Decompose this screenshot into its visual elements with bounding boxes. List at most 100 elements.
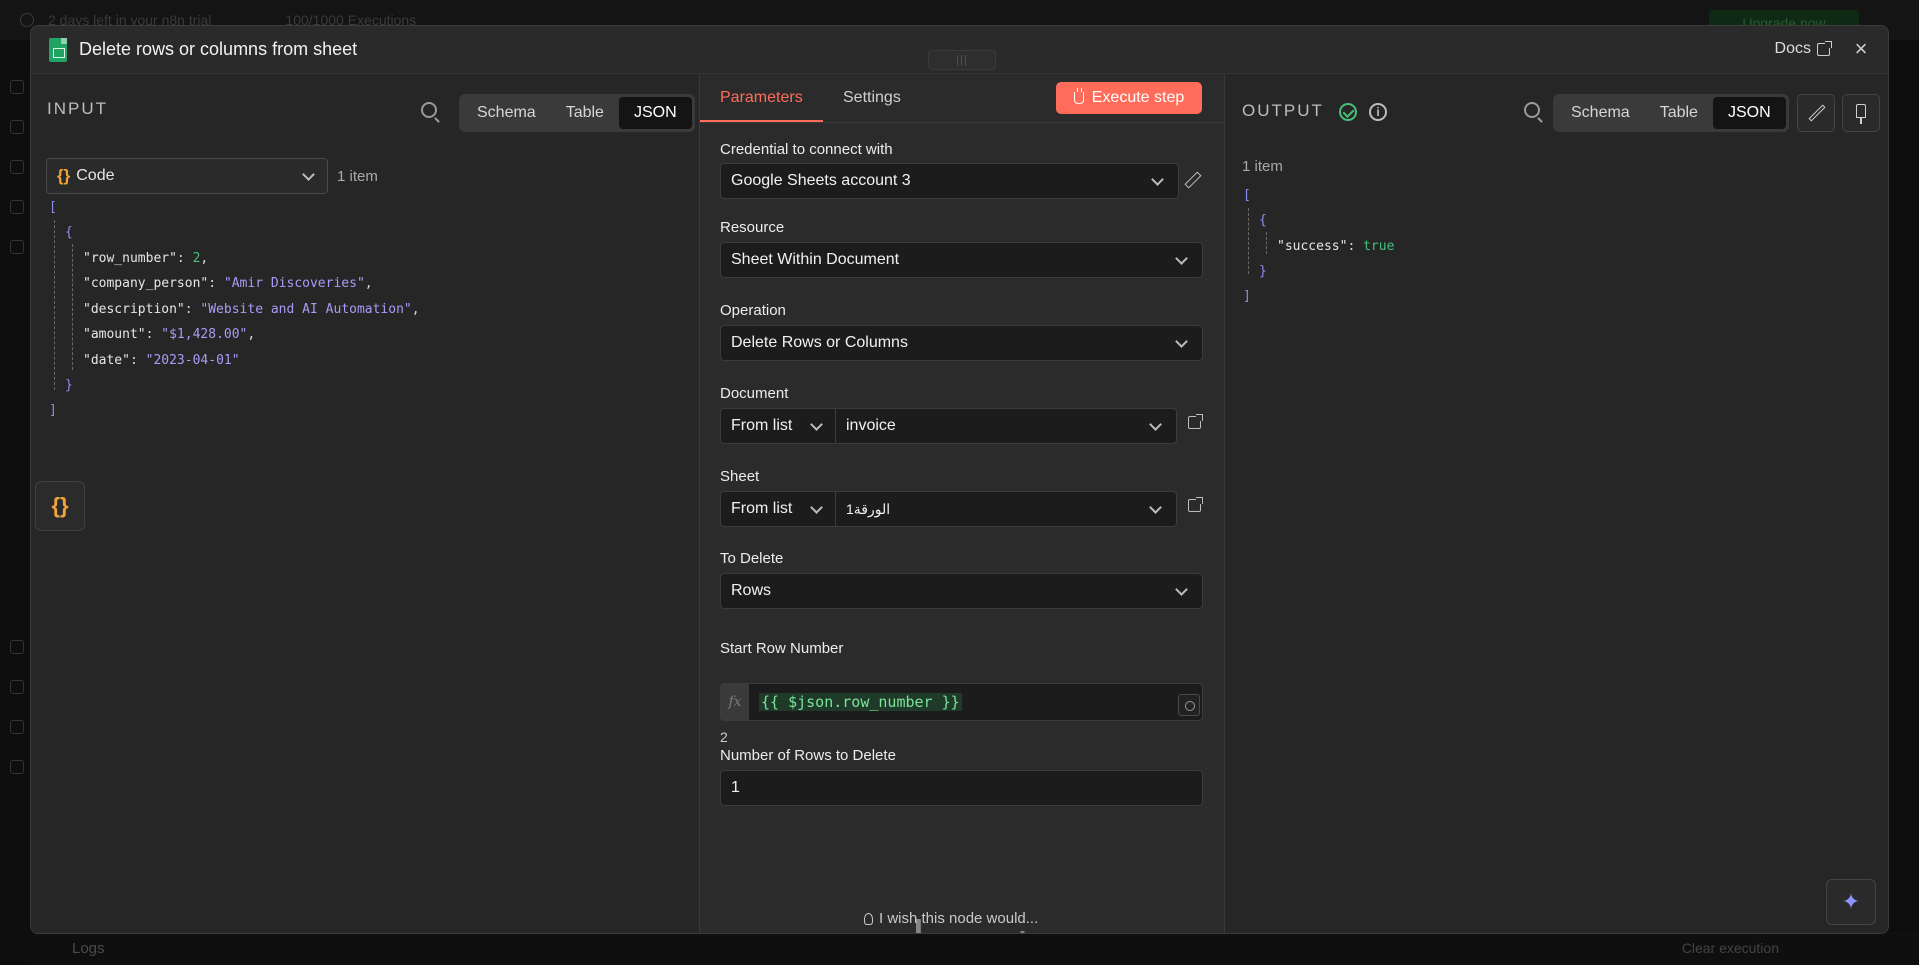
sidebar-icon[interactable] [10, 200, 24, 214]
logs-bar[interactable]: Logs Clear execution [30, 931, 1919, 965]
node-modal: Delete rows or columns from sheet Docs ×… [30, 25, 1889, 934]
panel-drag-handle[interactable]: ||| [928, 50, 996, 70]
sidebar-icon[interactable] [10, 240, 24, 254]
sheet-label: Sheet [720, 468, 760, 485]
input-tab-schema[interactable]: Schema [462, 97, 551, 129]
pin-icon [1856, 104, 1866, 124]
search-icon[interactable] [1524, 102, 1540, 118]
close-button[interactable]: × [1848, 36, 1874, 62]
app-right-edge [1889, 40, 1919, 930]
search-icon[interactable] [421, 102, 437, 118]
input-tab-json[interactable]: JSON [618, 97, 692, 129]
document-select[interactable]: invoice [836, 408, 1177, 444]
document-mode-select[interactable]: From list [720, 408, 836, 444]
pencil-icon [1808, 104, 1826, 122]
json-row: "success": true [1277, 239, 1395, 254]
pin-data-button[interactable] [1842, 94, 1880, 132]
document-value: invoice [846, 417, 896, 434]
open-sheet-icon[interactable] [1188, 497, 1203, 512]
json-guide [1266, 232, 1267, 254]
sheet-select[interactable]: الورقة1 [836, 491, 1177, 527]
output-view-switch: Schema Table JSON [1553, 94, 1789, 132]
sidebar-icon[interactable] [10, 640, 24, 654]
logs-label: Logs [72, 939, 105, 957]
code-node-icon: {} [57, 166, 71, 185]
output-panel: OUTPUT i Schema Table JSON 1 item [ { "s… [1225, 74, 1888, 933]
docs-link[interactable]: Docs [1775, 40, 1832, 58]
info-icon [20, 13, 34, 27]
code-node-toggle[interactable]: {} [35, 481, 85, 531]
document-mode-value: From list [731, 417, 793, 434]
chevron-down-icon [1151, 173, 1164, 186]
json-row: "description": "Website and AI Automatio… [83, 302, 420, 317]
open-document-icon[interactable] [1188, 414, 1203, 429]
rows-to-delete-input[interactable]: 1 [720, 770, 1203, 806]
resource-select[interactable]: Sheet Within Document [720, 242, 1203, 278]
chevron-down-icon [810, 501, 823, 514]
json-row: "company_person": "Amir Discoveries", [83, 276, 373, 291]
input-label: INPUT [47, 99, 108, 118]
lightbulb-icon [864, 912, 873, 925]
start-row-expression-input[interactable]: fx {{ $json.row_number }} [720, 683, 1203, 721]
expand-expression-icon[interactable] [1178, 694, 1200, 716]
success-check-icon [1339, 103, 1357, 121]
operation-value: Delete Rows or Columns [731, 334, 908, 351]
app-sidebar [0, 40, 30, 965]
execute-step-button[interactable]: Execute step [1056, 82, 1202, 114]
chevron-down-icon [1175, 252, 1188, 265]
chevron-down-icon [1149, 418, 1162, 431]
edit-credential-icon[interactable] [1184, 172, 1200, 188]
json-guide [72, 244, 73, 370]
operation-select[interactable]: Delete Rows or Columns [720, 325, 1203, 361]
resource-label: Resource [720, 219, 785, 236]
rows-to-delete-value: 1 [731, 779, 740, 796]
operation-label: Operation [720, 302, 786, 319]
external-link-icon [1817, 40, 1832, 56]
ai-assistant-button[interactable]: ✦ [1826, 879, 1876, 925]
info-icon[interactable]: i [1369, 103, 1387, 121]
input-tab-table[interactable]: Table [551, 97, 619, 129]
credential-label: Credential to connect with [720, 141, 893, 158]
to-delete-select[interactable]: Rows [720, 573, 1203, 609]
json-row: "date": "2023-04-01" [83, 353, 240, 368]
sidebar-icon[interactable] [10, 120, 24, 134]
tab-settings[interactable]: Settings [843, 89, 901, 107]
resource-value: Sheet Within Document [731, 251, 900, 268]
to-delete-label: To Delete [720, 550, 784, 567]
start-row-result: 2 [720, 729, 728, 745]
output-tab-json[interactable]: JSON [1712, 97, 1786, 129]
input-panel: INPUT Schema Table JSON {} Code 1 item [… [31, 74, 699, 933]
settings-icon[interactable] [10, 760, 24, 774]
flask-icon [1073, 88, 1084, 104]
credential-value: Google Sheets account 3 [731, 172, 911, 189]
tab-parameters[interactable]: Parameters [720, 89, 803, 107]
edit-output-button[interactable] [1797, 94, 1835, 132]
output-item-count: 1 item [1242, 158, 1283, 175]
chevron-down-icon [1175, 335, 1188, 348]
sidebar-icon[interactable] [10, 160, 24, 174]
parameters-panel: Parameters Settings Execute step Credent… [699, 74, 1225, 933]
sidebar-icon[interactable] [10, 680, 24, 694]
google-sheets-icon [49, 37, 67, 62]
output-tab-table[interactable]: Table [1645, 97, 1713, 129]
input-node-select[interactable]: {} Code [46, 158, 328, 194]
sheet-mode-select[interactable]: From list [720, 491, 836, 527]
chevron-down-icon [810, 418, 823, 431]
json-guide [1248, 208, 1249, 274]
output-label: OUTPUT [1242, 101, 1324, 120]
to-delete-value: Rows [731, 582, 772, 599]
chevron-down-icon [1149, 501, 1162, 514]
output-tab-schema[interactable]: Schema [1556, 97, 1645, 129]
feedback-link[interactable]: I wish this node would... [864, 910, 1038, 927]
fx-icon: fx [721, 684, 749, 720]
sidebar-icon[interactable] [10, 720, 24, 734]
sheet-value: الورقة1 [846, 500, 891, 517]
credential-select[interactable]: Google Sheets account 3 [720, 163, 1179, 199]
clear-execution-button[interactable]: Clear execution [1682, 940, 1779, 956]
json-row: "row_number": 2, [83, 251, 209, 266]
tabs-divider [700, 122, 1224, 123]
rows-to-delete-label: Number of Rows to Delete [720, 747, 896, 764]
sheet-mode-value: From list [731, 500, 793, 517]
sidebar-icon[interactable] [10, 80, 24, 94]
chevron-down-icon [302, 168, 315, 181]
